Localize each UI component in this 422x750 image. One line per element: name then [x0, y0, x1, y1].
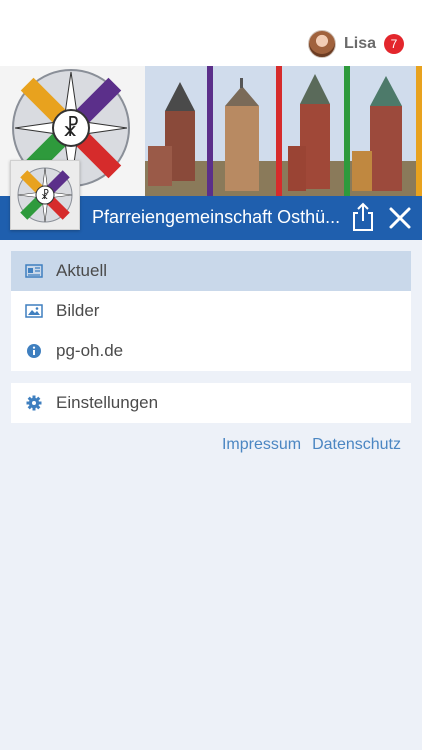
top-bar: Lisa 7 [0, 0, 422, 66]
parish-logo: ☧ [10, 160, 80, 230]
datenschutz-link[interactable]: Datenschutz [312, 436, 401, 454]
primary-menu: Aktuell Bilder pg-oh.de [11, 251, 411, 371]
svg-text:☧: ☧ [62, 115, 79, 142]
share-icon[interactable] [350, 202, 376, 232]
svg-text:☧: ☧ [41, 188, 50, 202]
image-icon [25, 304, 43, 318]
gear-icon [26, 395, 42, 411]
menu-item-aktuell[interactable]: Aktuell [11, 251, 411, 291]
menu-item-label: pg-oh.de [56, 341, 124, 360]
menu-item-label: Einstellungen [56, 393, 159, 412]
menu-item-website[interactable]: pg-oh.de [11, 331, 411, 371]
menu-item-label: Aktuell [56, 261, 108, 280]
newspaper-icon [25, 264, 43, 278]
impressum-link[interactable]: Impressum [222, 436, 301, 454]
notification-badge[interactable]: 7 [384, 34, 404, 54]
info-icon [27, 344, 41, 358]
secondary-menu: Einstellungen [11, 383, 411, 423]
footer-links: Impressum Datenschutz [222, 436, 401, 454]
page-title: Pfarreiengemeinschaft Osthü... [92, 207, 341, 227]
user-account[interactable]: Lisa 7 [307, 30, 404, 58]
close-icon[interactable] [386, 204, 414, 232]
avatar[interactable] [307, 30, 336, 58]
user-name[interactable]: Lisa [344, 35, 376, 53]
menu-item-einstellungen[interactable]: Einstellungen [11, 383, 411, 423]
menu-item-label: Bilder [56, 301, 100, 320]
menu-item-bilder[interactable]: Bilder [11, 291, 411, 331]
